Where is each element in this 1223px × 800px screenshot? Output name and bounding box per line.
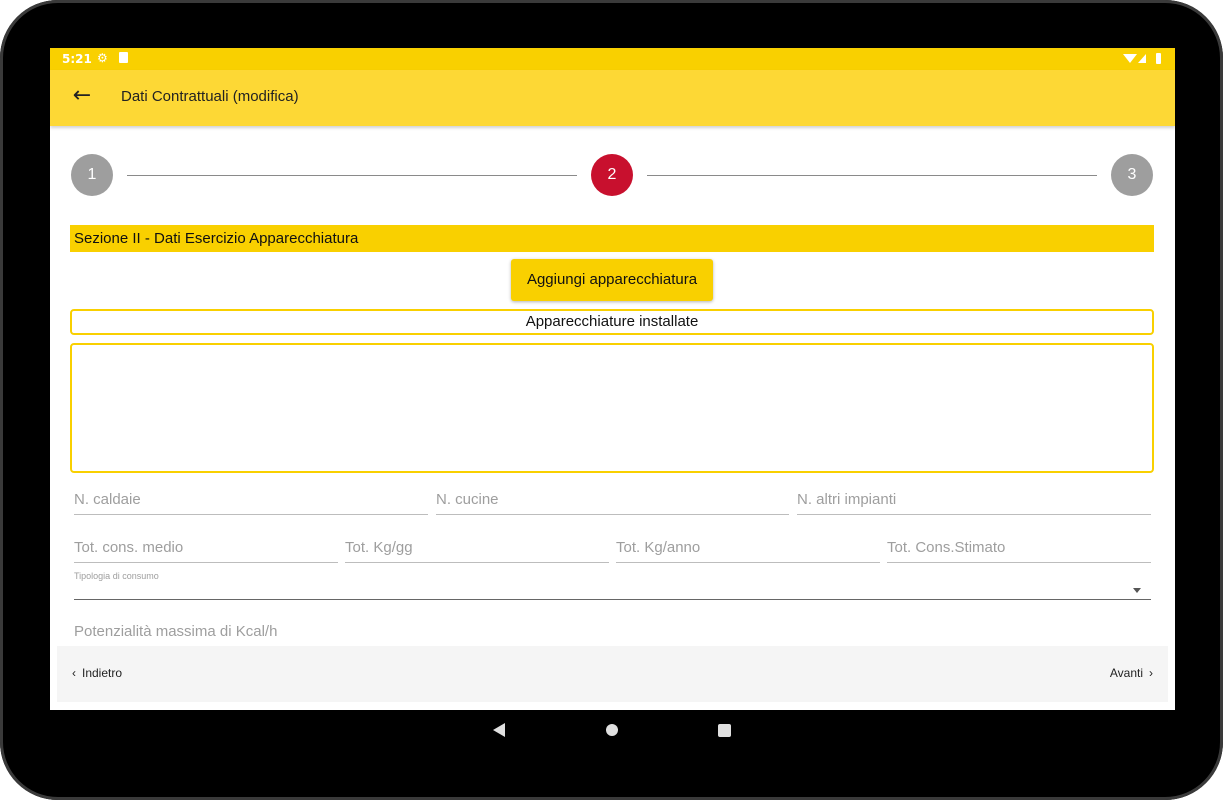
system-home-icon[interactable] (606, 724, 618, 736)
arrow-back-icon[interactable]: ← (70, 84, 94, 108)
consumption-type-label: Tipologia di consumo (74, 571, 159, 581)
status-bar: 5:21 ⚙ (50, 48, 1175, 70)
sd-card-icon (119, 52, 128, 63)
battery-icon (1156, 53, 1161, 64)
system-recents-icon[interactable] (718, 724, 731, 737)
next-button[interactable]: Avanti › (1110, 666, 1153, 680)
page-title: Dati Contrattuali (modifica) (121, 88, 299, 105)
status-time: 5:21 (62, 52, 92, 66)
app-bar: ← Dati Contrattuali (modifica) (50, 70, 1175, 126)
step-3[interactable]: 3 (1111, 154, 1153, 196)
boilers-count-field[interactable]: N. caldaie (74, 489, 428, 515)
system-back-icon[interactable] (493, 723, 505, 737)
step-1[interactable]: 1 (71, 154, 113, 196)
settings-icon: ⚙ (97, 51, 108, 65)
cookers-count-field[interactable]: N. cucine (436, 489, 789, 515)
installed-equipment-label: Apparecchiature installate (70, 309, 1154, 335)
stepper-connector (127, 175, 577, 176)
max-power-field[interactable]: Potenzialità massima di Kcal/h (74, 621, 1151, 647)
add-equipment-button[interactable]: Aggiungi apparecchiatura (511, 259, 713, 301)
installed-equipment-list[interactable] (70, 343, 1154, 473)
signal-icon (1138, 54, 1146, 63)
dropdown-arrow-icon[interactable] (1133, 588, 1141, 593)
bottom-navigation: ‹ Indietro Avanti › (57, 646, 1168, 702)
back-button[interactable]: ‹ Indietro (72, 666, 122, 680)
back-button-label: Indietro (82, 666, 123, 680)
other-systems-count-field[interactable]: N. altri impianti (797, 489, 1151, 515)
chevron-right-icon: › (1149, 666, 1153, 680)
chevron-left-icon: ‹ (72, 666, 76, 680)
kg-per-year-field[interactable]: Tot. Kg/anno (616, 537, 880, 563)
next-button-label: Avanti (1109, 666, 1143, 680)
kg-per-day-field[interactable]: Tot. Kg/gg (345, 537, 609, 563)
step-2-active[interactable]: 2 (591, 154, 633, 196)
stepper-connector (647, 175, 1097, 176)
section-title: Sezione II - Dati Esercizio Apparecchiat… (70, 225, 1154, 252)
consumption-type-select[interactable] (74, 583, 1151, 600)
avg-consumption-field[interactable]: Tot. cons. medio (74, 537, 338, 563)
estimated-consumption-field[interactable]: Tot. Cons.Stimato (887, 537, 1151, 563)
system-navigation-bar (0, 720, 1223, 740)
wifi-icon (1123, 54, 1137, 63)
screen: 5:21 ⚙ ← Dati Contrattuali (modifica) 1 … (50, 48, 1175, 710)
